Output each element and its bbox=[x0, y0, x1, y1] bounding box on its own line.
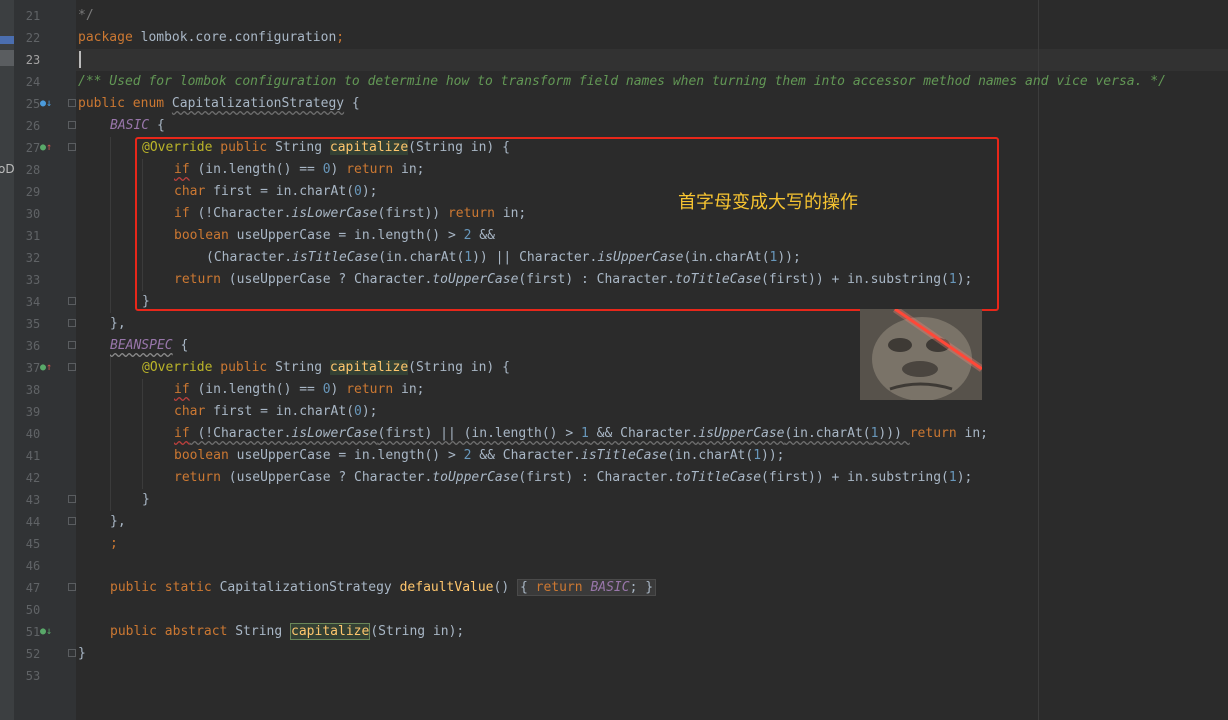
gutter-line: 47 bbox=[14, 577, 76, 599]
fold-marker[interactable] bbox=[68, 363, 76, 371]
fold-marker[interactable] bbox=[68, 341, 76, 349]
code-line-22: package lombok.core.configuration; bbox=[78, 30, 345, 45]
code-line-43: } bbox=[142, 492, 150, 507]
gutter-line: 40 bbox=[25, 427, 41, 441]
code-line-51: public abstract String capitalize(String… bbox=[110, 623, 465, 640]
fold-marker[interactable] bbox=[68, 495, 76, 503]
gutter-line: 37 ●↑ bbox=[14, 357, 76, 379]
left-tool-strip: oD bbox=[0, 0, 15, 720]
implemented-by-icon[interactable]: ●↓ bbox=[40, 98, 52, 110]
gutter-line: 44 bbox=[14, 511, 76, 533]
gutter-line: 31 bbox=[25, 229, 41, 243]
gutter-line: 38 bbox=[25, 383, 41, 397]
code-line-38: if (in.length() == 0) return in; bbox=[174, 382, 425, 397]
gutter-line: 27 ●↑ bbox=[14, 137, 76, 159]
meme-sticker-image bbox=[860, 309, 982, 400]
fold-marker[interactable] bbox=[68, 99, 76, 107]
code-line-25: public enum CapitalizationStrategy { bbox=[78, 96, 360, 111]
gutter-line: 53 bbox=[25, 669, 41, 683]
indent-guide bbox=[142, 379, 143, 489]
highlight-annotation-box bbox=[135, 137, 999, 311]
gutter-line: 36 bbox=[14, 335, 76, 357]
gutter-line: 43 bbox=[14, 489, 76, 511]
code-line-47: public static CapitalizationStrategy def… bbox=[110, 577, 657, 599]
indent-guide bbox=[110, 357, 111, 511]
gutter-line-current: 23 bbox=[25, 53, 41, 67]
overrides-method-icon[interactable]: ●↑ bbox=[40, 142, 52, 154]
code-line-36: BEANSPEC { bbox=[110, 338, 189, 353]
code-line-45: ; bbox=[110, 536, 118, 551]
fold-marker[interactable] bbox=[68, 11, 76, 19]
code-line-40: if (!Character.isLowerCase(first) || (in… bbox=[174, 426, 989, 441]
gutter-line: 33 bbox=[25, 273, 41, 287]
implemented-by-icon[interactable]: ●↓ bbox=[40, 626, 52, 638]
code-editor[interactable]: */ package lombok.core.configuration; /*… bbox=[76, 0, 1228, 720]
gutter-line: 46 bbox=[25, 559, 41, 573]
folded-method-body[interactable]: { return BASIC; } bbox=[517, 579, 657, 596]
gutter-line: 41 bbox=[25, 449, 41, 463]
side-panel-fragment: oD bbox=[0, 162, 15, 176]
fold-marker[interactable] bbox=[68, 297, 76, 305]
fold-marker[interactable] bbox=[68, 517, 76, 525]
fold-marker[interactable] bbox=[68, 319, 76, 327]
gutter-line: 39 bbox=[25, 405, 41, 419]
fold-marker[interactable] bbox=[68, 583, 76, 591]
line-number-gutter[interactable]: 21 22 23 24 25 ●↓ 26 27 ●↑ 28 29 30 31 3… bbox=[14, 0, 76, 720]
gutter-line: 30 bbox=[25, 207, 41, 221]
code-line-44: }, bbox=[110, 514, 126, 529]
fold-marker[interactable] bbox=[68, 121, 76, 129]
gutter-line: 42 bbox=[25, 471, 41, 485]
right-margin-guide bbox=[1038, 0, 1039, 720]
vcs-change-marker bbox=[0, 36, 14, 44]
vcs-change-marker bbox=[0, 50, 14, 66]
gutter-line: 32 bbox=[25, 251, 41, 265]
code-line-41: boolean useUpperCase = in.length() > 2 &… bbox=[174, 448, 785, 463]
overrides-method-icon[interactable]: ●↑ bbox=[40, 362, 52, 374]
fold-marker[interactable] bbox=[68, 649, 76, 657]
code-line-35: }, bbox=[110, 316, 126, 331]
annotation-note: 首字母变成大写的操作 bbox=[678, 192, 858, 213]
code-line-26: BASIC { bbox=[110, 118, 165, 133]
current-line-highlight bbox=[76, 49, 1228, 71]
code-line-37: @Override public String capitalize(Strin… bbox=[142, 360, 510, 375]
gutter-line: 28 bbox=[25, 163, 41, 177]
gutter-line: 35 bbox=[14, 313, 76, 335]
code-line-42: return (useUpperCase ? Character.toUpper… bbox=[174, 470, 973, 485]
code-line-24: /** Used for lombok configuration to det… bbox=[78, 74, 1166, 89]
code-line-21: */ bbox=[78, 8, 94, 23]
gutter-line: 25 ●↓ bbox=[14, 93, 76, 115]
gutter-line: 34 bbox=[14, 291, 76, 313]
gutter-line: 52 bbox=[14, 643, 76, 665]
gutter-line: 26 bbox=[14, 115, 76, 137]
gutter-line: 51 ●↓ bbox=[25, 625, 53, 639]
indent-guide bbox=[110, 137, 111, 313]
code-line-52: } bbox=[78, 646, 86, 661]
text-caret bbox=[79, 51, 81, 68]
gutter-line: 29 bbox=[25, 185, 41, 199]
gutter-line: 45 bbox=[25, 537, 41, 551]
gutter-line: 21 bbox=[14, 5, 76, 27]
gutter-line: 22 bbox=[25, 31, 41, 45]
code-line-39: char first = in.charAt(0); bbox=[174, 404, 378, 419]
gutter-line: 24 bbox=[25, 75, 41, 89]
gutter-line: 50 bbox=[25, 603, 41, 617]
fold-marker[interactable] bbox=[68, 143, 76, 151]
